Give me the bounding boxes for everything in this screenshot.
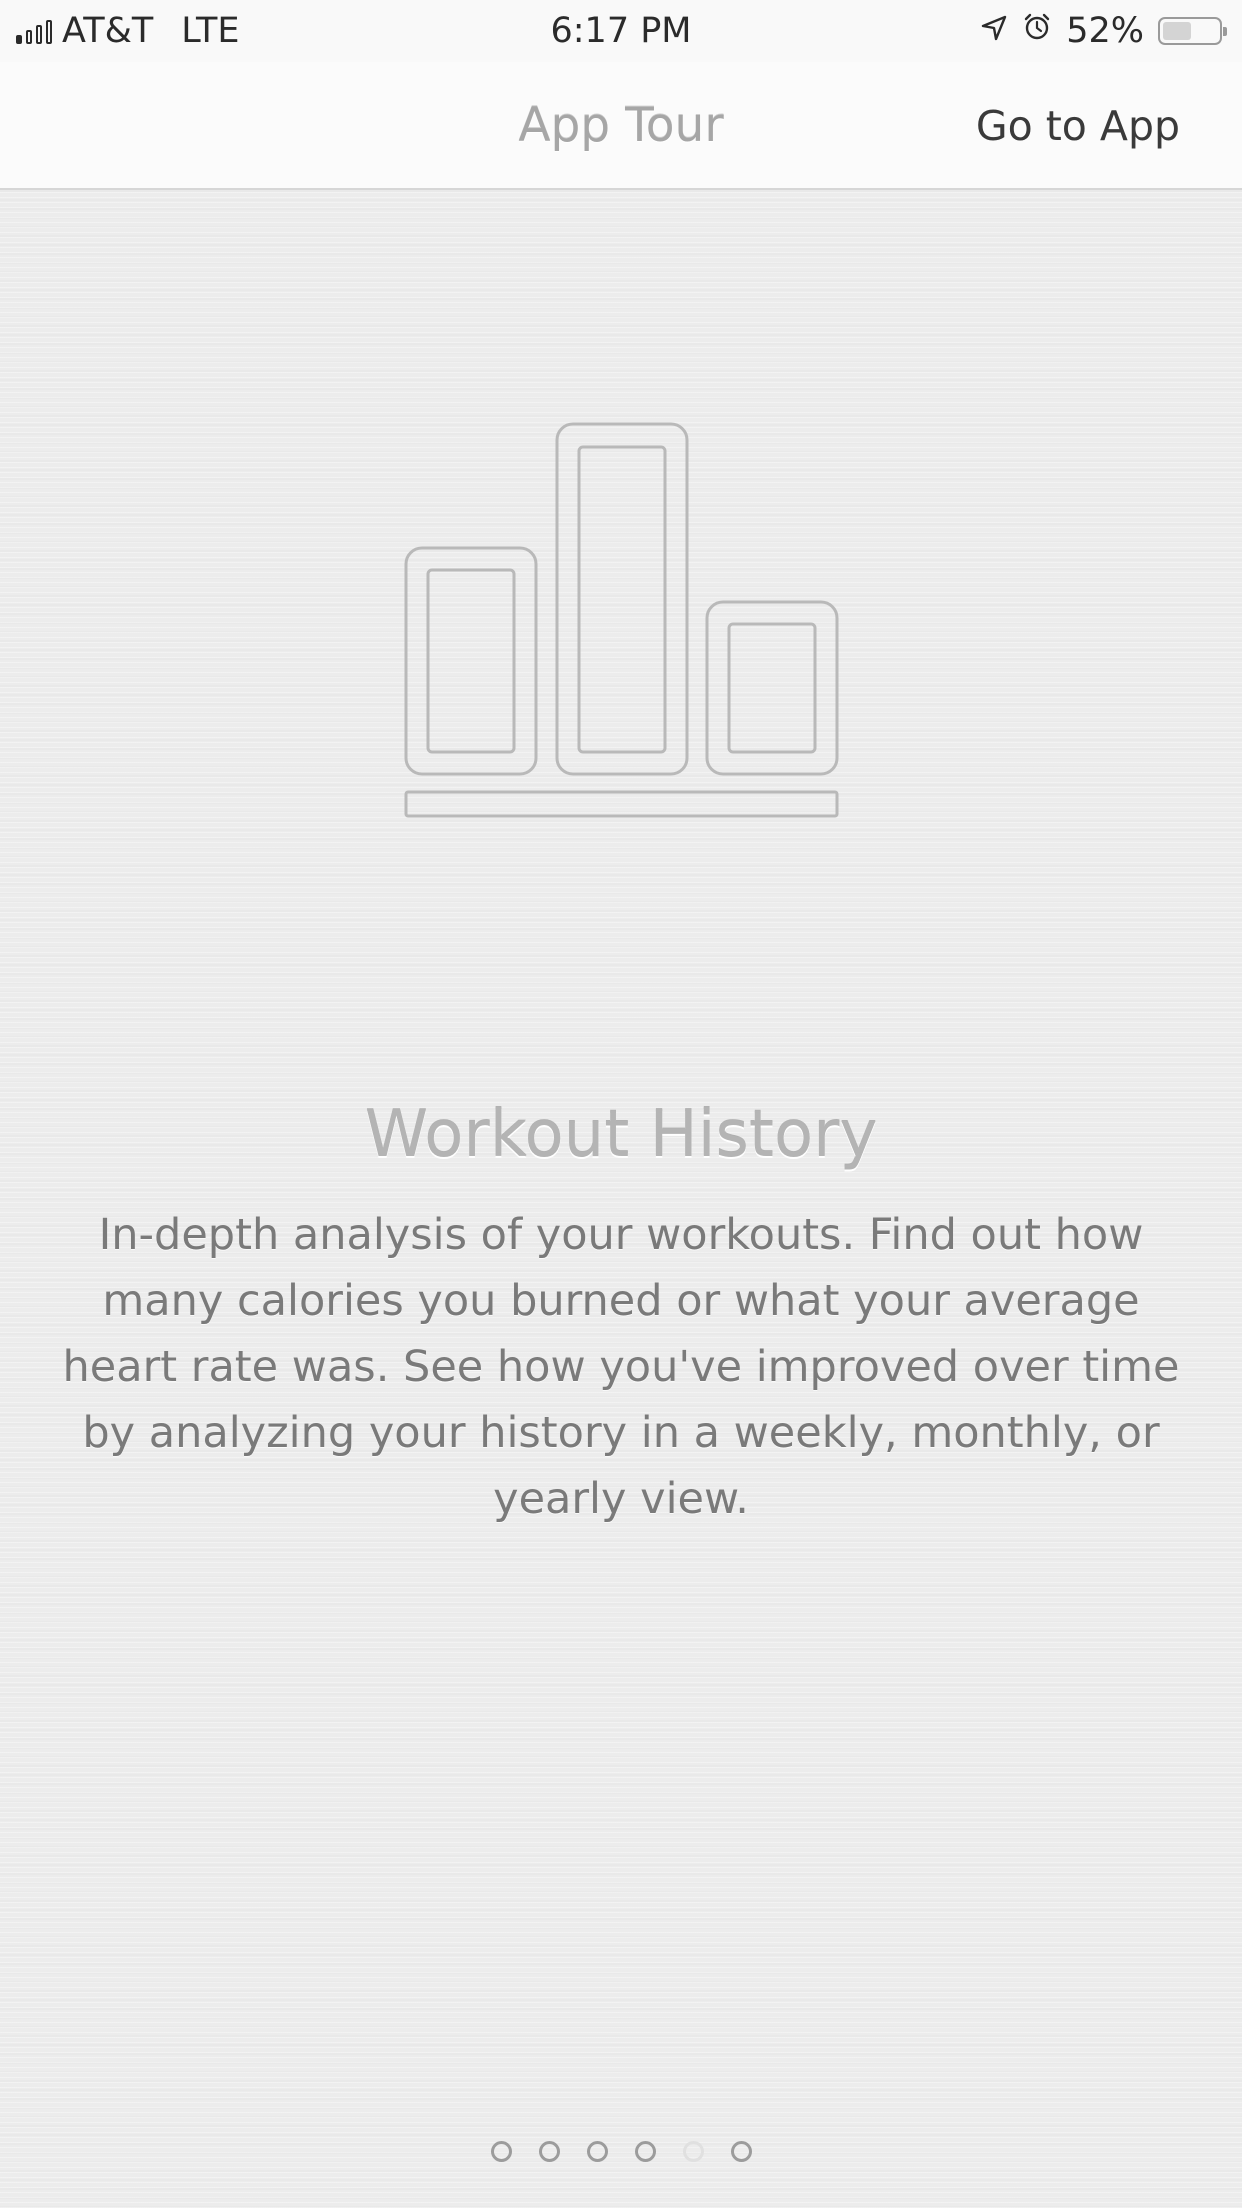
bar-chart-icon — [400, 420, 844, 820]
go-to-app-button[interactable]: Go to App — [976, 102, 1180, 150]
battery-fill — [1163, 22, 1191, 40]
page-dot-active[interactable] — [682, 2141, 704, 2162]
battery-icon — [1158, 17, 1227, 45]
page-dot[interactable] — [538, 2141, 560, 2162]
battery-percent: 52% — [1066, 11, 1144, 51]
tour-page-description: In-depth analysis of your workouts. Find… — [62, 1210, 1180, 1524]
battery-tip — [1223, 27, 1227, 36]
page-dot[interactable] — [730, 2141, 752, 2162]
status-right: 52% — [980, 8, 1228, 54]
page-dot[interactable] — [586, 2141, 608, 2162]
alarm-icon — [1022, 11, 1052, 51]
location-arrow-icon — [980, 11, 1008, 51]
tour-page-title: Workout History — [364, 1098, 878, 1172]
page-dot[interactable] — [634, 2141, 656, 2162]
page-dot[interactable] — [490, 2141, 512, 2162]
status-bar: AT&T LTE 6:17 PM 52% — [0, 0, 1242, 62]
page-indicator[interactable] — [0, 2141, 1242, 2162]
navigation-bar: App Tour Go to App — [0, 62, 1242, 190]
